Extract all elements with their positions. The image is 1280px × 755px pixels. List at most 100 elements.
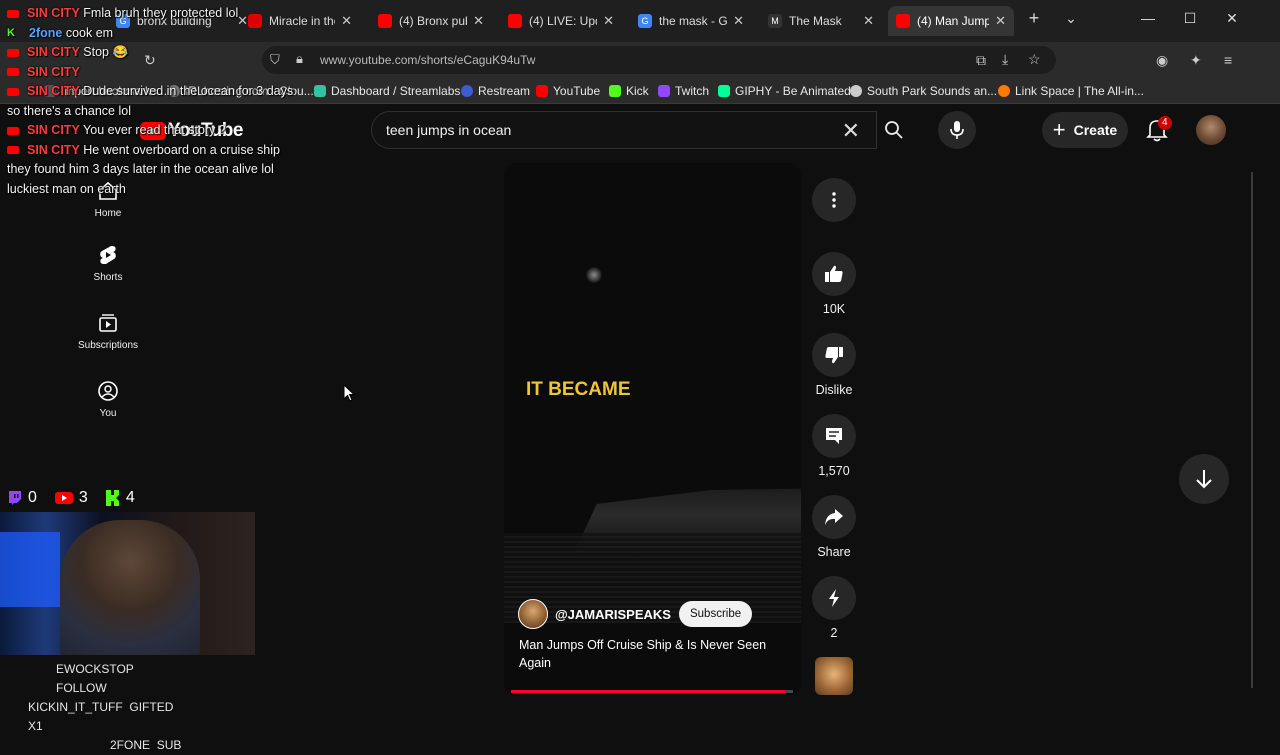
create-button[interactable]: + Create bbox=[1042, 112, 1128, 148]
bookmark-item[interactable]: Link Space | The All-in... bbox=[998, 84, 1144, 98]
nav-shorts[interactable]: Shorts bbox=[75, 244, 141, 283]
chat-username: 2fone bbox=[29, 25, 63, 40]
close-tab-icon[interactable]: ✕ bbox=[473, 13, 484, 29]
nav-label: Home bbox=[94, 208, 122, 219]
browser-tab[interactable]: (4) Bronx public ✕ bbox=[370, 8, 492, 34]
event-user: EWOCKSTOP bbox=[56, 662, 134, 676]
event-user: 2FONE bbox=[110, 738, 151, 752]
chat-message: SIN CITY You ever read that story ? bbox=[7, 121, 307, 141]
bookmark-label: Restream bbox=[478, 84, 531, 98]
close-tab-icon[interactable]: ✕ bbox=[341, 13, 352, 29]
event-action: SUB bbox=[156, 738, 182, 752]
microphone-icon bbox=[950, 121, 964, 139]
tab-title: The Mask bbox=[789, 14, 842, 28]
arrow-down-icon bbox=[1196, 470, 1212, 489]
like-count: 10K bbox=[822, 302, 846, 316]
bookmark-item[interactable]: Restream bbox=[461, 84, 530, 98]
chat-text: Fmla bruh they protected lol bbox=[83, 6, 239, 20]
search-box[interactable]: teen jumps in ocean ✕ bbox=[371, 111, 877, 149]
more-options-button[interactable] bbox=[812, 178, 856, 228]
viewer-counts: 0 3 4 bbox=[8, 489, 153, 507]
video-progress-bar[interactable] bbox=[511, 690, 793, 693]
comments-button[interactable]: 1,570 bbox=[812, 414, 856, 478]
search-input[interactable]: teen jumps in ocean bbox=[386, 122, 511, 138]
youtube-icon bbox=[54, 492, 73, 504]
menu-icon[interactable]: ≡ bbox=[1224, 52, 1232, 68]
extensions-icon[interactable]: ✦ bbox=[1190, 52, 1202, 69]
clear-search-icon[interactable]: ✕ bbox=[842, 118, 860, 144]
tab-title: (4) Man Jumps bbox=[917, 14, 990, 28]
dislike-button[interactable]: Dislike bbox=[812, 333, 856, 397]
create-label: Create bbox=[1073, 122, 1118, 138]
address-bar[interactable]: ⛉ 🔒︎ www.youtube.com/shorts/eCaguK94uTw … bbox=[262, 46, 1056, 74]
video-progress-fill bbox=[511, 690, 785, 693]
close-tab-icon[interactable]: ✕ bbox=[733, 13, 744, 29]
chat-username: SIN CITY bbox=[27, 64, 80, 79]
picture-in-picture-icon[interactable]: ⧉ bbox=[976, 52, 986, 69]
nav-label: Shorts bbox=[93, 272, 123, 283]
browser-tab[interactable]: G the mask - Goo ✕ bbox=[630, 8, 752, 34]
profile-sync-icon[interactable]: ◉ bbox=[1156, 52, 1168, 69]
chat-text: Stop 😂 bbox=[83, 45, 129, 60]
twitch-icon bbox=[9, 491, 21, 505]
bookmark-item[interactable]: GIPHY - Be Animated bbox=[718, 84, 851, 98]
maximize-icon[interactable]: ☐ bbox=[1180, 10, 1200, 27]
bookmark-item[interactable]: Twitch bbox=[658, 84, 709, 98]
youtube-icon bbox=[7, 48, 19, 57]
search-button[interactable] bbox=[877, 111, 911, 149]
close-tab-icon[interactable]: ✕ bbox=[863, 13, 874, 29]
close-tab-icon[interactable]: ✕ bbox=[603, 13, 614, 29]
minimize-icon[interactable]: — bbox=[1138, 10, 1158, 26]
browser-tab[interactable]: (4) LIVE: Update ✕ bbox=[500, 8, 622, 34]
browser-tab-active[interactable]: (4) Man Jumps ✕ bbox=[888, 6, 1014, 36]
nav-you[interactable]: You bbox=[75, 380, 141, 419]
download-icon[interactable]: ⤓ bbox=[1002, 51, 1008, 68]
youtube-icon bbox=[896, 14, 910, 28]
close-window-icon[interactable]: ✕ bbox=[1222, 10, 1242, 27]
streamlabs-icon bbox=[314, 85, 326, 97]
bookmark-label: Kick bbox=[626, 84, 649, 98]
bookmark-item[interactable]: Kick bbox=[609, 84, 649, 98]
bookmark-label: Dashboard / Streamlabs bbox=[331, 84, 461, 98]
page-scrollbar[interactable] bbox=[1251, 172, 1253, 688]
comment-count: 1,570 bbox=[818, 464, 850, 478]
shorts-icon bbox=[100, 246, 116, 264]
bookmark-star-icon[interactable]: ☆ bbox=[1028, 51, 1041, 68]
thumbs-down-icon bbox=[812, 333, 856, 377]
share-label: Share bbox=[817, 545, 851, 559]
bookmark-label: Link Space | The All-in... bbox=[1015, 84, 1144, 98]
sound-thumbnail[interactable] bbox=[815, 657, 853, 695]
next-short-button[interactable] bbox=[1179, 454, 1229, 504]
video-title[interactable]: Man Jumps Off Cruise Ship & Is Never See… bbox=[519, 636, 789, 672]
share-button[interactable]: Share bbox=[812, 495, 856, 559]
bookmark-item[interactable]: YouTube bbox=[536, 84, 600, 98]
voice-search-button[interactable] bbox=[938, 111, 976, 149]
channel-handle[interactable]: @JAMARISPEAKS bbox=[555, 607, 671, 622]
url-text[interactable]: www.youtube.com/shorts/eCaguK94uTw bbox=[320, 53, 535, 67]
tab-search-chevron-icon[interactable]: ⌄ bbox=[1061, 10, 1081, 27]
nav-subscriptions[interactable]: Subscriptions bbox=[75, 312, 141, 351]
chat-message: SIN CITY He went overboard on a cruise s… bbox=[7, 141, 307, 200]
channel-avatar[interactable] bbox=[518, 599, 548, 629]
close-tab-icon[interactable]: ✕ bbox=[995, 13, 1006, 29]
account-avatar[interactable] bbox=[1196, 115, 1226, 145]
channel-info: @JAMARISPEAKS Subscribe bbox=[518, 599, 753, 629]
new-tab-icon[interactable]: + bbox=[1024, 8, 1044, 29]
bookmark-label: South Park Sounds an... bbox=[867, 84, 998, 98]
kick-icon bbox=[609, 85, 621, 97]
browser-tab[interactable]: M The Mask ✕ bbox=[760, 8, 882, 34]
subscribe-button[interactable]: Subscribe bbox=[678, 601, 753, 627]
like-button[interactable]: 10K bbox=[812, 252, 856, 316]
thumbs-up-icon bbox=[812, 252, 856, 296]
bookmark-item[interactable]: South Park Sounds an... bbox=[850, 84, 997, 98]
chat-message: SIN CITY bbox=[7, 63, 307, 83]
bookmark-label: GIPHY - Be Animated bbox=[735, 84, 851, 98]
bookmark-item[interactable]: Dashboard / Streamlabs bbox=[314, 84, 460, 98]
remix-button[interactable]: 2 bbox=[812, 576, 856, 640]
remix-count: 2 bbox=[830, 626, 838, 640]
youtube-icon bbox=[536, 85, 548, 97]
streamer-webcam bbox=[0, 512, 255, 655]
bookmark-label: Twitch bbox=[675, 84, 710, 98]
shorts-video-player[interactable]: IT BECAME @JAMARISPEAKS Subscribe Man Ju… bbox=[504, 163, 801, 695]
more-vert-icon bbox=[812, 178, 856, 222]
